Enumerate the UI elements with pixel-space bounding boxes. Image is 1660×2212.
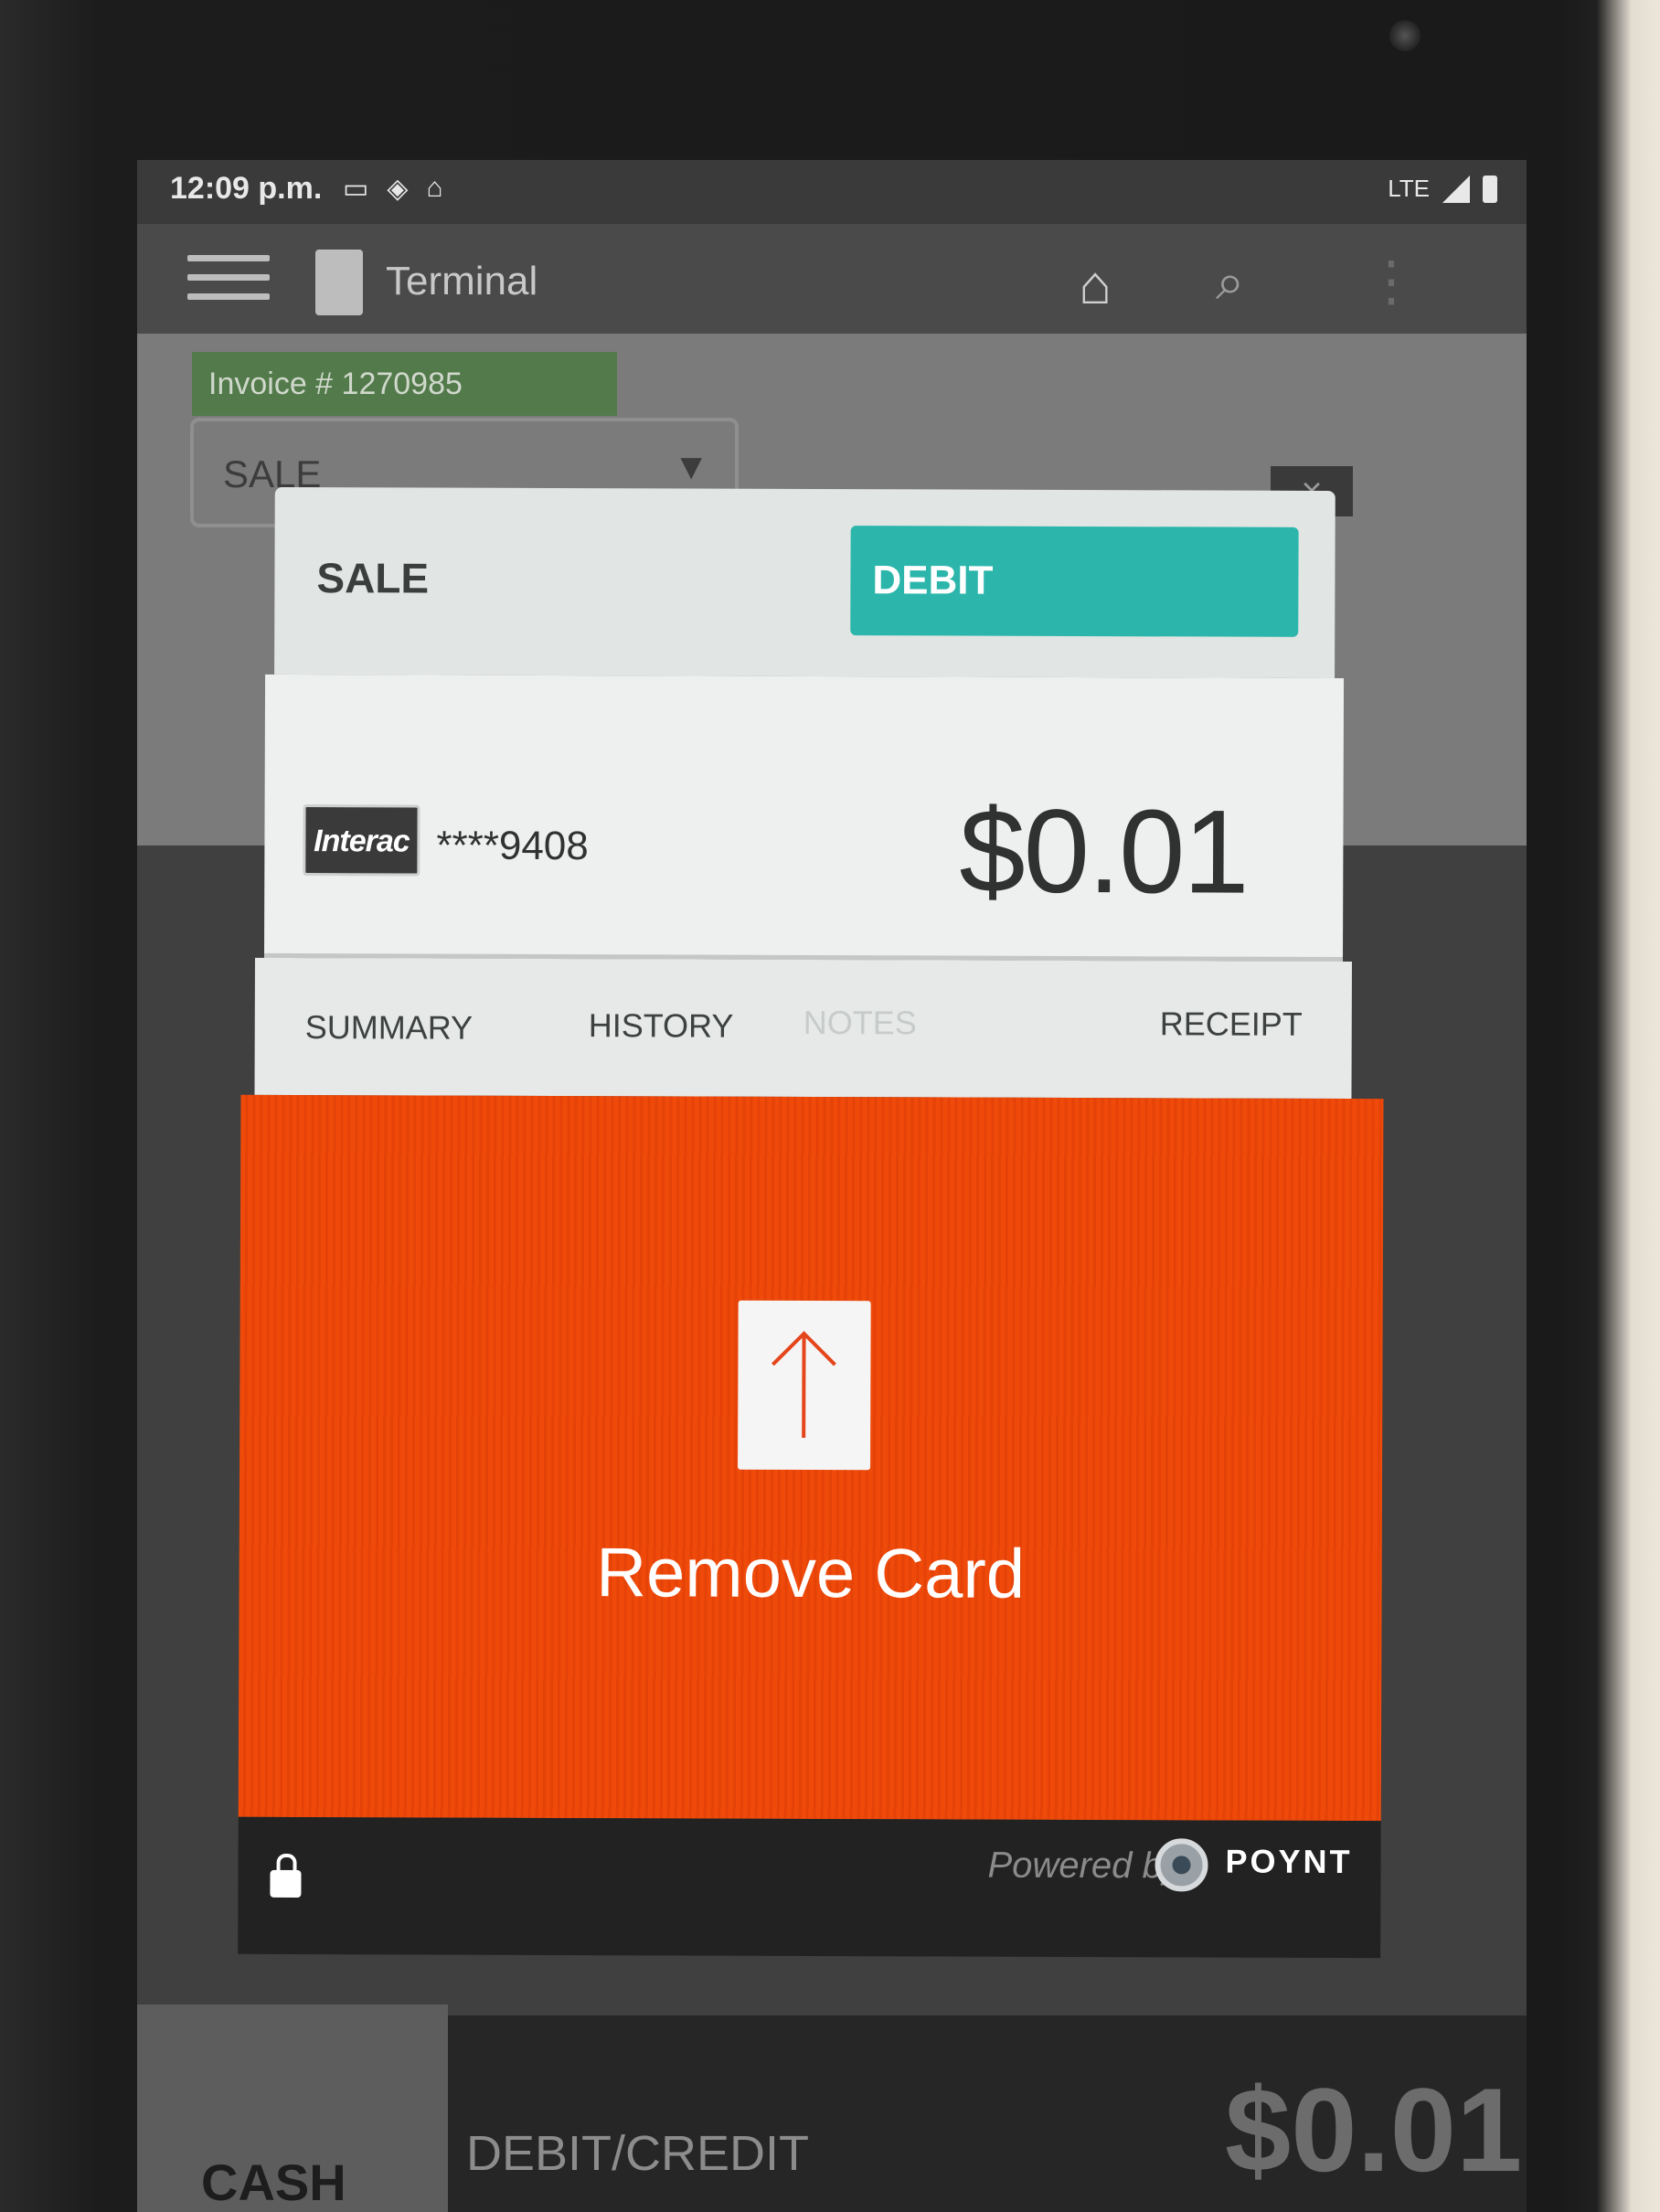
tab-receipt[interactable]: RECEIPT [1160,1005,1303,1044]
cash-tab-label: CASH [201,2154,346,2211]
chevron-down-icon: ▼ [673,447,709,487]
debit-credit-tab[interactable]: DEBIT/CREDIT [466,2125,809,2182]
payment-type-badge: DEBIT [850,526,1299,637]
battery-icon [1483,175,1497,203]
payment-total: $0.01 [1225,2063,1523,2196]
poynt-logo-icon [1155,1838,1208,1892]
app-title: Terminal [386,259,538,303]
more-vert-icon[interactable]: ⋮ [1364,250,1419,314]
signal-icon [1442,175,1470,203]
network-label: LTE [1388,175,1430,202]
interac-logo: Interac [303,804,420,877]
dialog-footer: Powered by POYNT [238,1816,1381,1959]
home-small-icon: ⌂ [426,173,443,203]
tab-summary[interactable]: SUMMARY [305,1008,474,1048]
dialog-transaction-type: SALE [316,554,430,602]
remove-card-alert: Remove Card [238,1094,1384,1822]
screen: 12:09 p.m. ▭ ◈ ⌂ LTE Terminal ⌂ ⌕ ⋮ Invo… [137,160,1527,2212]
tab-history[interactable]: HISTORY [589,1006,734,1046]
transaction-amount: $0.01 [959,783,1248,919]
remove-card-icon-box [738,1300,871,1471]
status-bar: 12:09 p.m. ▭ ◈ ⌂ LTE [137,160,1527,224]
lock-icon [270,1869,302,1898]
invoice-badge: Invoice # 1270985 [192,352,617,416]
search-icon[interactable]: ⌕ [1216,251,1244,313]
payment-dialog: SALE DEBIT Interac ****9408 $0.01 SUMMAR… [238,486,1390,1959]
camera-lens [1389,20,1421,51]
arrow-up-icon [771,1331,836,1438]
layers-icon: ◈ [387,174,409,204]
tab-notes: NOTES [803,1003,917,1042]
dialog-tabs: SUMMARY HISTORY NOTES RECEIPT [254,957,1352,1100]
screen-icon: ▭ [343,174,369,204]
masked-card-number: ****9408 [436,823,589,869]
app-bar: Terminal ⌂ ⌕ ⋮ [137,224,1527,334]
home-icon[interactable]: ⌂ [1079,253,1112,316]
terminal-logo-icon [315,250,363,315]
card-info-row: Interac ****9408 $0.01 [263,674,1345,962]
powered-by-label: Powered by [987,1845,1181,1887]
status-connectivity: LTE [1388,175,1497,203]
poynt-brand: POYNT [1225,1842,1353,1881]
status-time: 12:09 p.m. [170,171,323,206]
dialog-header: SALE DEBIT [274,486,1335,678]
table-surface [1596,0,1660,2212]
remove-card-message: Remove Card [596,1534,1026,1613]
status-notification-icons: ▭ ◈ ⌂ [343,173,443,205]
menu-icon[interactable] [187,255,270,303]
